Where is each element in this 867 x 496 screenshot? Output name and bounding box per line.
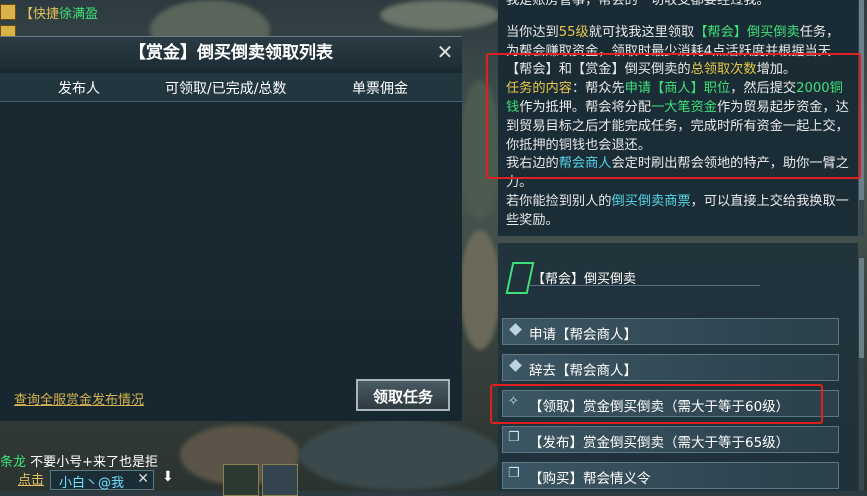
bounty-list-window: 【赏金】倒买倒卖领取列表 ✕ 发布人 可领取/已完成/总数 单票佣金 查询全服赏…	[0, 36, 462, 421]
quick-line[interactable]: 【快捷徐满盈	[20, 3, 98, 22]
option-label: 【购买】帮会情义令	[529, 471, 651, 487]
chat-line: 条龙 不要小号+来了也是拒	[0, 451, 158, 470]
col-publisher: 发布人	[58, 81, 100, 97]
option-resign-merchant[interactable]: 辞去【帮会商人】	[502, 354, 839, 381]
options-scrollbar-thumb[interactable]	[859, 258, 864, 358]
option-apply-merchant[interactable]: 申请【帮会商人】	[502, 318, 839, 345]
col-commission: 单票佣金	[352, 81, 408, 97]
option-buy-token[interactable]: ❒ 【购买】帮会情义令	[502, 462, 839, 489]
highlight-box-claim	[490, 384, 823, 424]
header-divider	[530, 285, 760, 286]
chat-input[interactable]: 小白丶@我 ✕	[50, 470, 154, 491]
quick-label: 【快捷	[20, 7, 60, 22]
chat-message: 不要小号+来了也是拒	[30, 455, 159, 470]
chat-player-name[interactable]: 条龙	[0, 455, 26, 470]
diamond-icon	[509, 323, 522, 336]
chat-input-text: 小白丶@我	[59, 476, 125, 491]
bounty-table-header: 发布人 可领取/已完成/总数 单票佣金	[0, 73, 462, 102]
npc-name-link[interactable]: 徐满盈	[59, 7, 98, 22]
skill-slot-2[interactable]	[262, 464, 298, 496]
option-label: 【发布】赏金倒买倒卖（需大于等于65级）	[529, 435, 790, 451]
npc-para-4: 若你能捡到别人的倒买倒卖商票，可以直接上交给我换取一些奖励。	[506, 193, 849, 228]
option-label: 申请【帮会商人】	[529, 327, 637, 343]
clear-icon[interactable]: ✕	[137, 471, 149, 487]
quick-icon	[0, 4, 16, 20]
download-icon[interactable]: ⬇	[162, 469, 174, 485]
skill-slot-1[interactable]	[223, 464, 259, 496]
scroll-icon: ❒	[508, 430, 520, 445]
npc-intro: 我是账房管事，帮会的一切收支都要经过我。	[506, 0, 770, 8]
close-icon[interactable]: ✕	[434, 41, 456, 63]
query-bounty-link[interactable]: 查询全服赏金发布情况	[14, 389, 144, 408]
claim-task-button[interactable]: 领取任务	[356, 379, 450, 411]
option-label: 辞去【帮会商人】	[529, 363, 637, 379]
chat-click-link[interactable]: 点击	[18, 469, 44, 488]
option-publish-bounty[interactable]: ❒ 【发布】赏金倒买倒卖（需大于等于65级）	[502, 426, 839, 453]
scroll-icon: ❒	[508, 466, 520, 481]
diamond-icon	[509, 359, 522, 372]
bounty-title: 【赏金】倒买倒卖领取列表	[0, 37, 462, 69]
highlight-box-description	[486, 53, 861, 179]
col-counts: 可领取/已完成/总数	[165, 81, 287, 97]
